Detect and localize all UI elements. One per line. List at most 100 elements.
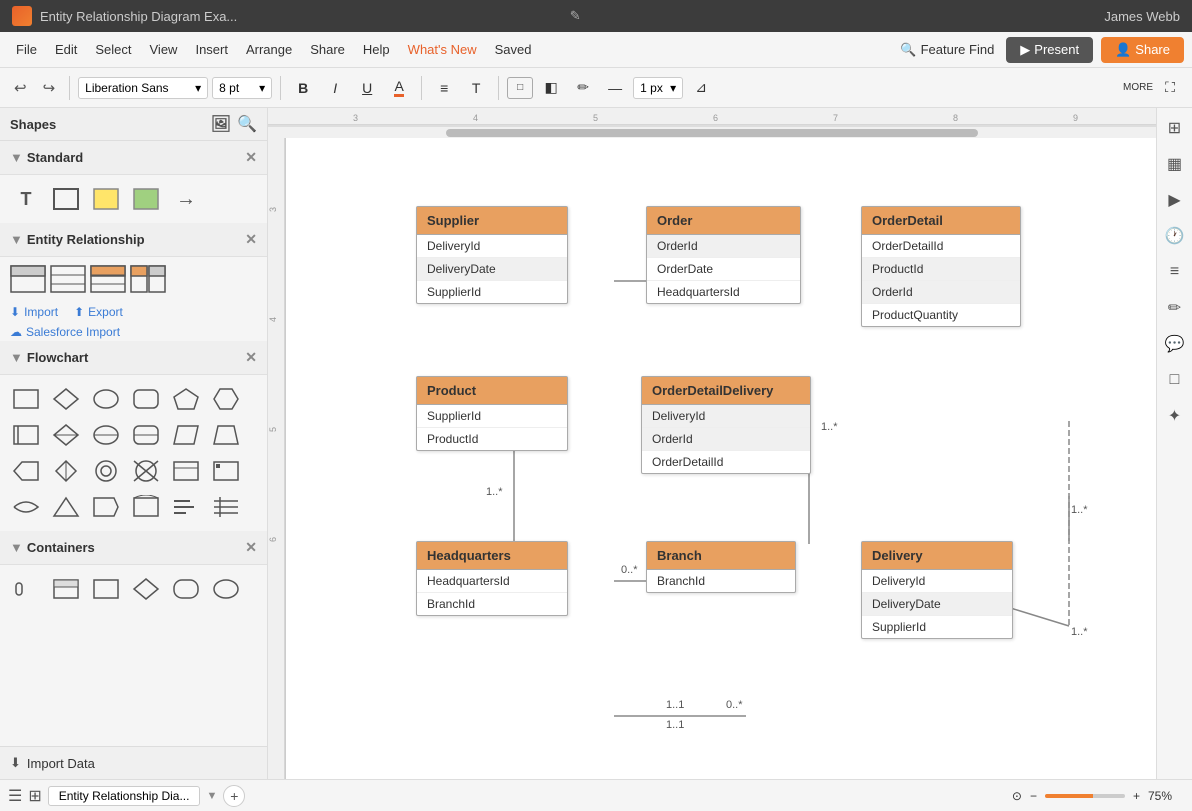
ct-rect2[interactable]: [88, 573, 124, 605]
entity-delivery-row-2[interactable]: DeliveryDate: [862, 593, 1012, 616]
list-view-icon[interactable]: ☰: [8, 786, 22, 806]
more-button[interactable]: MORE: [1124, 74, 1152, 102]
fc-oval2[interactable]: [88, 419, 124, 451]
font-family-select[interactable]: Liberation Sans ▾: [78, 77, 208, 99]
underline-button[interactable]: U: [353, 74, 381, 102]
menu-select[interactable]: Select: [87, 38, 139, 61]
export-button[interactable]: ⬆ Export: [74, 305, 123, 319]
clock-panel-icon[interactable]: 🕐: [1161, 222, 1189, 250]
zoom-slider-container[interactable]: [1045, 794, 1125, 798]
line-width-select[interactable]: 1 px ▾: [633, 77, 683, 99]
entity-order-detail-row-1[interactable]: OrderDetailId: [862, 235, 1020, 258]
standard-section-header[interactable]: ▼ Standard ✕: [0, 141, 267, 175]
menu-share[interactable]: Share: [302, 38, 353, 61]
zoom-in-button[interactable]: +: [1133, 789, 1140, 803]
text-align-button[interactable]: T: [462, 74, 490, 102]
italic-button[interactable]: I: [321, 74, 349, 102]
fill-color-button[interactable]: ◧: [537, 74, 565, 102]
edit-title-icon[interactable]: ✎: [570, 8, 581, 24]
fc-flow5[interactable]: [168, 455, 204, 487]
ct-ellipse[interactable]: [208, 573, 244, 605]
text-shape[interactable]: T: [8, 183, 44, 215]
entity-product-row-2[interactable]: ProductId: [417, 428, 567, 450]
entity-odd-row-3[interactable]: OrderDetailId: [642, 451, 810, 473]
entity-order-row-1[interactable]: OrderId: [647, 235, 800, 258]
er-shape-3[interactable]: [90, 263, 126, 295]
redo-button[interactable]: ↪: [37, 75, 62, 101]
entity-delivery-row-1[interactable]: DeliveryId: [862, 570, 1012, 593]
entity-headquarters[interactable]: Headquarters HeadquartersId BranchId: [416, 541, 568, 616]
font-color-button[interactable]: A: [385, 74, 413, 102]
image-icon[interactable]: 🖼: [211, 114, 231, 134]
entity-odd-row-2[interactable]: OrderId: [642, 428, 810, 451]
entity-supplier-row-2[interactable]: DeliveryDate: [417, 258, 567, 281]
scrollbar-thumb[interactable]: [446, 129, 979, 137]
edit-panel-icon[interactable]: ✏: [1161, 294, 1189, 322]
standard-close-icon[interactable]: ✕: [245, 149, 257, 166]
ct-rect-label[interactable]: [48, 573, 84, 605]
zoom-slider[interactable]: [1045, 794, 1125, 798]
flowchart-close-icon[interactable]: ✕: [245, 349, 257, 366]
import-button[interactable]: ⬇ Import: [10, 305, 58, 319]
ct-roundrect2[interactable]: [168, 573, 204, 605]
grid-view-icon[interactable]: ⊞: [28, 786, 41, 806]
er-close-icon[interactable]: ✕: [245, 231, 257, 248]
flowchart-section-header[interactable]: ▼ Flowchart ✕: [0, 341, 267, 375]
entity-order-row-3[interactable]: HeadquartersId: [647, 281, 800, 303]
zoom-out-button[interactable]: −: [1030, 789, 1037, 803]
entity-product-row-1[interactable]: SupplierId: [417, 405, 567, 428]
entity-order[interactable]: Order OrderId OrderDate HeadquartersId: [646, 206, 801, 304]
present-button[interactable]: ▶ Present: [1006, 37, 1093, 63]
entity-hq-row-2[interactable]: BranchId: [417, 593, 567, 615]
fc-list[interactable]: [208, 491, 244, 523]
fc-pentagon[interactable]: [168, 383, 204, 415]
entity-relationship-section-header[interactable]: ▼ Entity Relationship ✕: [0, 223, 267, 257]
page-tab[interactable]: Entity Relationship Dia...: [48, 786, 201, 806]
containers-close-icon[interactable]: ✕: [245, 539, 257, 556]
line-style-button[interactable]: —: [601, 74, 629, 102]
undo-button[interactable]: ↩: [8, 75, 33, 101]
salesforce-import-button[interactable]: ☁ Salesforce Import: [0, 323, 267, 341]
containers-section-header[interactable]: ▼ Containers ✕: [0, 531, 267, 565]
entity-odd-row-1[interactable]: DeliveryId: [642, 405, 810, 428]
video-panel-icon[interactable]: ▶: [1161, 186, 1189, 214]
entity-branch[interactable]: Branch BranchId: [646, 541, 796, 593]
search-icon[interactable]: 🔍: [237, 114, 257, 134]
layers-panel-icon[interactable]: ≡: [1161, 258, 1189, 286]
bold-button[interactable]: B: [289, 74, 317, 102]
fit-page-icon[interactable]: ⊙: [1012, 789, 1022, 803]
box-panel-icon[interactable]: □: [1161, 366, 1189, 394]
fc-parallelogram[interactable]: [168, 419, 204, 451]
chat-panel-icon[interactable]: 💬: [1161, 330, 1189, 358]
fc-diamond2[interactable]: [48, 419, 84, 451]
zoom-level[interactable]: 75%: [1148, 789, 1184, 803]
fc-flow6[interactable]: [208, 455, 244, 487]
entity-supplier-row-1[interactable]: DeliveryId: [417, 235, 567, 258]
fc-rect2[interactable]: [8, 419, 44, 451]
fullscreen-button[interactable]: ⛶: [1156, 74, 1184, 102]
entity-supplier-row-3[interactable]: SupplierId: [417, 281, 567, 303]
fc-trapezoid[interactable]: [208, 419, 244, 451]
fc-oval[interactable]: [88, 383, 124, 415]
fc-lines[interactable]: [168, 491, 204, 523]
entity-order-detail-row-2[interactable]: ProductId: [862, 258, 1020, 281]
canvas-scrollbar[interactable]: [268, 126, 1156, 138]
ct-diamond[interactable]: [128, 573, 164, 605]
fc-flow8[interactable]: [48, 491, 84, 523]
fc-flow10[interactable]: [128, 491, 164, 523]
sticky-shape[interactable]: [88, 183, 124, 215]
fc-flow4[interactable]: [128, 455, 164, 487]
entity-order-detail-row-3[interactable]: OrderId: [862, 281, 1020, 304]
entity-supplier[interactable]: Supplier DeliveryId DeliveryDate Supplie…: [416, 206, 568, 304]
fc-flow2[interactable]: [48, 455, 84, 487]
fc-flow1[interactable]: [8, 455, 44, 487]
fc-roundrect[interactable]: [128, 383, 164, 415]
menu-insert[interactable]: Insert: [187, 38, 236, 61]
entity-product[interactable]: Product SupplierId ProductId: [416, 376, 568, 451]
entity-order-row-2[interactable]: OrderDate: [647, 258, 800, 281]
format-panel-icon[interactable]: ⊞: [1161, 114, 1189, 142]
ct-pill[interactable]: [8, 573, 44, 605]
shape-style-button[interactable]: □: [507, 77, 533, 99]
fc-diamond[interactable]: [48, 383, 84, 415]
fc-flow7[interactable]: [8, 491, 44, 523]
